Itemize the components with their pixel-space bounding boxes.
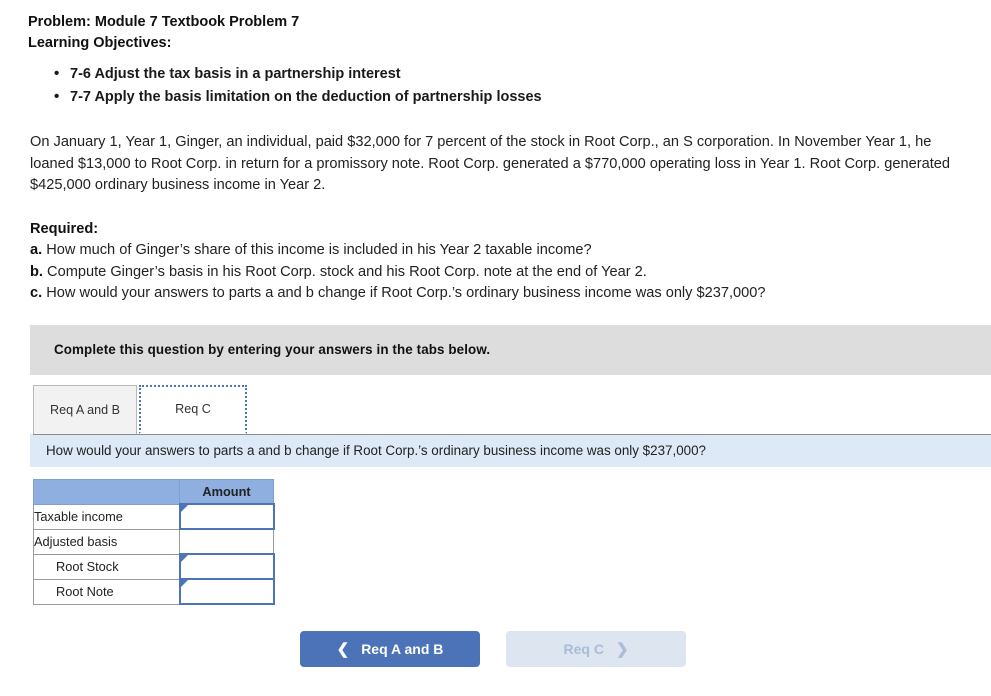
nav-buttons: ❮ Req A and B Req C ❯ bbox=[300, 631, 686, 667]
tabs-underline bbox=[33, 433, 991, 435]
cell-marker-icon bbox=[180, 580, 188, 587]
instruction-text: Complete this question by entering your … bbox=[54, 342, 491, 357]
row-label-taxable-income: Taxable income bbox=[33, 503, 180, 530]
table-header-row: Amount bbox=[33, 478, 274, 505]
required-letter: a. bbox=[30, 242, 43, 258]
table-row: Root Note bbox=[33, 578, 275, 605]
row-label-root-note: Root Note bbox=[33, 578, 180, 605]
cell-marker-icon bbox=[180, 505, 188, 512]
list-item: 7-7 Apply the basis limitation on the de… bbox=[54, 86, 991, 108]
prev-req-a-and-b-button[interactable]: ❮ Req A and B bbox=[300, 631, 480, 667]
tabs-row: Req A and B Req C bbox=[33, 384, 958, 434]
page-title: Problem: Module 7 Textbook Problem 7 bbox=[28, 14, 300, 30]
amount-input-root-note[interactable] bbox=[178, 578, 275, 605]
instruction-strip: Complete this question by entering your … bbox=[30, 324, 991, 375]
problem-header: Problem: Module 7 Textbook Problem 7 Lea… bbox=[0, 0, 991, 54]
required-text: How much of Ginger’s share of this incom… bbox=[46, 242, 592, 258]
problem-page: Problem: Module 7 Textbook Problem 7 Lea… bbox=[0, 0, 991, 696]
column-header-blank bbox=[33, 478, 180, 505]
learning-objectives-list: 7-6 Adjust the tax basis in a partnershi… bbox=[0, 63, 991, 108]
prev-button-label: Req A and B bbox=[361, 641, 444, 657]
question-banner-text: How would your answers to parts a and b … bbox=[46, 442, 706, 458]
next-button-label: Req C bbox=[563, 641, 604, 657]
tab-label: Req C bbox=[175, 402, 211, 416]
required-text: Compute Ginger’s basis in his Root Corp.… bbox=[47, 263, 647, 280]
answer-table: Amount Taxable income Adjusted basis Roo… bbox=[33, 478, 275, 605]
tab-label: Req A and B bbox=[49, 402, 121, 417]
table-row: Root Stock bbox=[33, 553, 275, 580]
tab-req-c[interactable]: Req C bbox=[139, 384, 247, 434]
list-item: 7-6 Adjust the tax basis in a partnershi… bbox=[54, 63, 991, 85]
amount-cell-adjusted-basis bbox=[179, 528, 274, 555]
chevron-left-icon: ❮ bbox=[336, 640, 350, 658]
amount-input-root-stock[interactable] bbox=[178, 553, 275, 580]
tabs-container: Req A and B Req C bbox=[0, 384, 991, 435]
amount-input-taxable-income[interactable] bbox=[178, 503, 275, 530]
chevron-right-icon: ❯ bbox=[615, 640, 629, 658]
question-banner: How would your answers to parts a and b … bbox=[30, 433, 991, 467]
required-heading: Required: bbox=[30, 220, 99, 237]
row-label-root-stock: Root Stock bbox=[33, 553, 180, 580]
column-header-amount: Amount bbox=[179, 478, 274, 505]
required-item-c: c. How would your answers to parts a and… bbox=[30, 283, 961, 305]
table-row: Adjusted basis bbox=[33, 528, 274, 555]
required-letter: b. bbox=[30, 263, 43, 280]
learning-objectives-label: Learning Objectives: bbox=[28, 35, 172, 51]
problem-narrative: On January 1, Year 1, Ginger, an individ… bbox=[30, 134, 950, 193]
tab-req-a-and-b[interactable]: Req A and B bbox=[33, 384, 137, 434]
required-section: Required: a. How much of Ginger’s share … bbox=[0, 219, 991, 305]
table-row: Taxable income bbox=[33, 503, 275, 530]
next-req-c-button[interactable]: Req C ❯ bbox=[506, 631, 686, 667]
required-item-a: a. How much of Ginger’s share of this in… bbox=[30, 240, 961, 262]
required-item-b: b. Compute Ginger’s basis in his Root Co… bbox=[30, 262, 961, 284]
required-letter: c. bbox=[30, 285, 43, 301]
cell-marker-icon bbox=[180, 555, 188, 562]
answer-table-container: Amount Taxable income Adjusted basis Roo… bbox=[33, 478, 991, 605]
required-text: How would your answers to parts a and b … bbox=[46, 285, 766, 301]
row-label-adjusted-basis: Adjusted basis bbox=[33, 528, 180, 555]
